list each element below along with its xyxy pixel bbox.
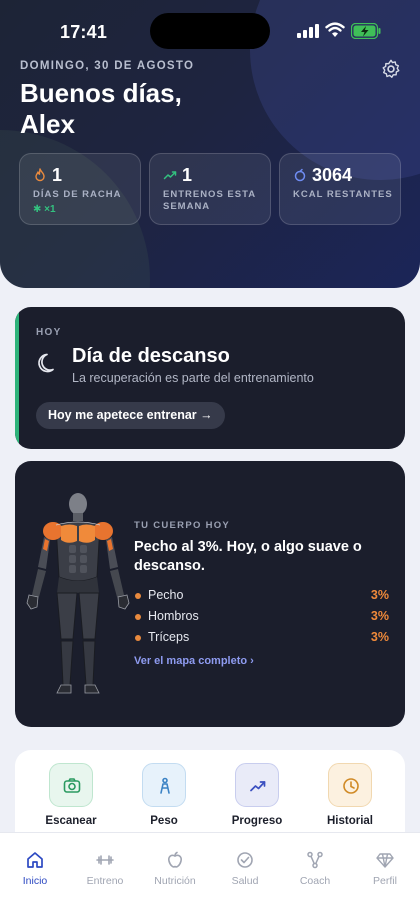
nodes-icon — [307, 851, 323, 869]
scan-tile[interactable] — [49, 763, 93, 807]
tab-coach[interactable]: Coach — [280, 851, 350, 891]
muscle-row: Hombros 3% — [134, 607, 389, 628]
quick-action-weight[interactable]: Peso — [121, 763, 207, 833]
quick-action-history[interactable]: Historial — [307, 763, 393, 833]
gear-icon[interactable] — [380, 58, 402, 80]
tab-label: Entreno — [86, 875, 124, 887]
muscle-dot — [135, 593, 141, 599]
quick-action-scan[interactable]: Escanear — [28, 763, 114, 833]
muscle-dot — [135, 635, 141, 641]
dumbbell-icon — [96, 855, 114, 865]
status-bar: 17:41 — [0, 0, 420, 60]
stat-label: DÍAS DE RACHA — [33, 189, 122, 200]
quick-action-label: Escanear — [45, 815, 97, 827]
weight-tile[interactable] — [142, 763, 186, 807]
full-map-link[interactable]: Ver el mapa completo › — [134, 655, 254, 667]
apple-icon — [168, 851, 182, 868]
check-circle-icon — [237, 852, 253, 868]
date-label: DOMINGO, 30 DE AGOSTO — [20, 60, 195, 72]
rest-subtitle: La recuperación es parte del entrenamien… — [72, 371, 314, 385]
stat-label: KCAL RESTANTES — [293, 189, 393, 200]
status-time: 17:41 — [60, 22, 108, 42]
muscle-row: Pecho 3% — [134, 586, 389, 607]
body-map-figure — [26, 493, 130, 694]
signal-icon — [297, 24, 319, 38]
muscle-percent: 3% — [370, 630, 389, 644]
rest-accent-bar — [15, 307, 19, 449]
header-hero: 17:41 DOMINGO, 30 DE AGOSTO Buenos días,… — [0, 0, 420, 288]
muscle-percent: 3% — [370, 609, 389, 623]
rest-kicker: HOY — [36, 327, 62, 338]
clock-icon — [343, 778, 359, 794]
tab-salud[interactable]: Salud — [210, 851, 280, 891]
muscle-name: Tríceps — [148, 630, 190, 644]
stat-value: 1 — [182, 165, 193, 185]
rest-title: Día de descanso — [72, 345, 230, 367]
body-icon — [160, 777, 170, 794]
diamond-icon — [376, 853, 394, 868]
trend-up-icon — [163, 171, 177, 180]
body-status-card[interactable]: TU CUERPO HOY Pecho al 3%. Hoy, o algo s… — [15, 461, 405, 727]
battery-charging-icon — [351, 23, 381, 39]
muscle-percent: 3% — [370, 588, 389, 602]
streak-freeze-badge: ✱ ×1 — [33, 204, 56, 215]
greeting-title: Buenos días, Alex — [20, 78, 182, 139]
body-kicker: TU CUERPO HOY — [134, 520, 231, 531]
muscle-list: Pecho 3% Hombros 3% Tríceps 3% — [134, 586, 389, 649]
tab-label: Perfil — [373, 875, 397, 887]
muscle-dot — [135, 614, 141, 620]
rest-day-card: HOY Día de descanso La recuperación es p… — [15, 307, 405, 449]
trend-up-icon — [250, 781, 266, 792]
camera-icon — [63, 778, 81, 793]
quick-action-label: Peso — [150, 815, 178, 827]
tab-label: Salud — [231, 875, 259, 887]
body-message: Pecho al 3%. Hoy, o algo suave o descans… — [134, 539, 362, 574]
wifi-icon — [325, 22, 345, 37]
quick-action-progress[interactable]: Progreso — [214, 763, 300, 833]
muscle-row: Tríceps 3% — [134, 628, 389, 649]
tab-label: Inicio — [22, 875, 48, 887]
moon-icon — [38, 353, 54, 373]
train-anyway-button[interactable]: Hoy me apetece entrenar → — [36, 402, 225, 429]
flame-icon — [35, 168, 45, 182]
home-icon — [27, 852, 43, 868]
tab-nutricion[interactable]: Nutrición — [140, 851, 210, 891]
history-tile[interactable] — [328, 763, 372, 807]
tab-label: Nutrición — [154, 875, 196, 887]
bottom-tab-bar: Inicio Entreno Nutrición Salud Coach Per… — [0, 832, 420, 912]
tab-inicio[interactable]: Inicio — [0, 851, 70, 891]
fire-icon — [294, 168, 306, 182]
stat-value: 1 — [52, 165, 63, 185]
stat-value: 3064 — [312, 165, 353, 185]
stat-streak[interactable]: 1 DÍAS DE RACHA ✱ ×1 — [19, 153, 141, 225]
tab-entreno[interactable]: Entreno — [70, 851, 140, 891]
muscle-name: Pecho — [148, 588, 184, 602]
stat-kcal[interactable]: 3064 KCAL RESTANTES — [279, 153, 401, 225]
muscle-name: Hombros — [148, 609, 199, 623]
tab-perfil[interactable]: Perfil — [350, 851, 420, 891]
tab-label: Coach — [299, 875, 331, 887]
dynamic-island — [150, 13, 270, 49]
quick-action-label: Historial — [326, 815, 373, 827]
quick-action-label: Progreso — [231, 815, 283, 827]
stat-workouts[interactable]: 1 ENTRENOS ESTA SEMANA — [149, 153, 271, 225]
stat-label: ENTRENOS ESTA SEMANA — [163, 189, 256, 212]
progress-tile[interactable] — [235, 763, 279, 807]
stats-row: 1 DÍAS DE RACHA ✱ ×1 1 ENTRENOS ESTA SEM… — [19, 153, 401, 225]
